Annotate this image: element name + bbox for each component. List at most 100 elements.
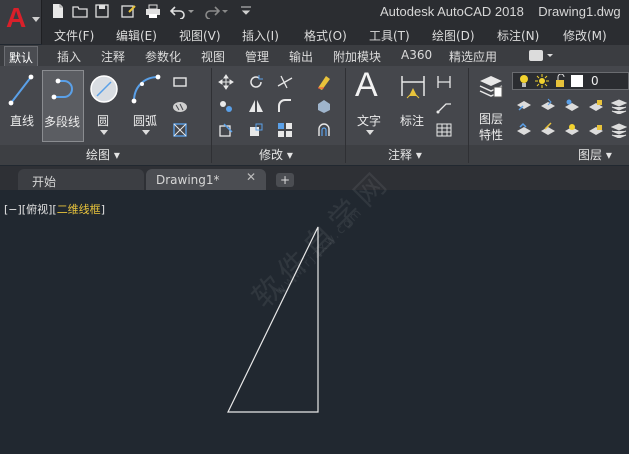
erase-icon[interactable]: [316, 74, 332, 90]
table-icon[interactable]: [436, 122, 452, 138]
redo-dropdown-icon[interactable]: [220, 3, 230, 19]
layer-properties-label-1: 图层: [479, 112, 504, 126]
polyline-button[interactable]: 多段线: [42, 70, 84, 142]
copy-icon[interactable]: [218, 98, 234, 114]
layer-isolate-icon[interactable]: [540, 98, 556, 114]
rectangle-icon[interactable]: [172, 74, 188, 90]
tab-start[interactable]: 开始: [18, 169, 144, 190]
polyline-icon: [51, 78, 73, 100]
menu-draw[interactable]: 绘图(D): [432, 27, 475, 44]
layer-freeze-icon[interactable]: [564, 98, 580, 114]
line-icon: [8, 74, 34, 106]
menu-insert[interactable]: 插入(I): [242, 27, 279, 44]
layer-properties-label-2: 特性: [479, 128, 504, 142]
current-layer-name: 0: [591, 74, 599, 88]
menu-edit[interactable]: 编辑(E): [116, 27, 157, 44]
make-current-icon[interactable]: [516, 122, 532, 138]
circle-button[interactable]: 圆: [86, 70, 122, 142]
tab-featured-apps[interactable]: 精选应用: [449, 48, 497, 65]
boundary-icon[interactable]: [172, 122, 188, 138]
arc-button[interactable]: 圆弧: [126, 70, 166, 142]
text-button[interactable]: A 文字: [352, 66, 388, 142]
ribbon-tab-bar: 默认 插入 注释 参数化 视图 管理 输出 附加模块 A360 精选应用: [0, 45, 629, 66]
tab-parametric[interactable]: 参数化: [145, 48, 181, 65]
match-layer-icon[interactable]: [540, 122, 556, 138]
menu-dimension[interactable]: 标注(N): [497, 27, 539, 44]
application-menu-button[interactable]: A: [0, 0, 42, 44]
layer-thaw-icon[interactable]: [564, 122, 580, 138]
autocad-logo-icon: A: [6, 2, 27, 33]
app-title: Autodesk AutoCAD 2018: [380, 4, 524, 19]
open-icon[interactable]: [72, 3, 88, 19]
triangle-entity[interactable]: [227, 226, 319, 413]
leader-icon[interactable]: [436, 98, 452, 114]
polyline-label: 多段线: [44, 115, 81, 129]
new-icon[interactable]: [50, 3, 66, 19]
layer-walk-icon[interactable]: [611, 122, 627, 138]
mirror-icon[interactable]: [248, 98, 264, 114]
menu-view[interactable]: 视图(V): [179, 27, 221, 44]
drawing-canvas[interactable]: 软件自学网 www.rjzxw.com [−][俯视][二维线框]: [0, 163, 629, 454]
layer-merge-icon[interactable]: [611, 98, 627, 114]
close-icon[interactable]: ✕: [246, 170, 256, 184]
tab-start-label: 开始: [32, 175, 57, 189]
chevron-down-icon: [100, 130, 108, 135]
layer-lock-icon[interactable]: [588, 98, 604, 114]
menu-tools[interactable]: 工具(T): [369, 27, 410, 44]
save-icon[interactable]: [94, 3, 110, 19]
layer-properties-button[interactable]: 图层 特性: [472, 70, 510, 142]
arc-label: 圆弧: [133, 114, 158, 128]
drawing-area: [227, 226, 319, 413]
tab-add-ins[interactable]: 附加模块: [333, 48, 381, 65]
title-bar: Autodesk AutoCAD 2018 Drawing1.dwg: [0, 0, 629, 24]
modify-panel-title[interactable]: 修改 ▾: [259, 146, 293, 163]
array-icon[interactable]: [277, 122, 293, 138]
offset-icon[interactable]: [316, 122, 332, 138]
trim-icon[interactable]: [277, 74, 293, 90]
tab-default[interactable]: 默认: [4, 46, 39, 66]
linear-dimension-icon[interactable]: [436, 74, 452, 90]
undo-dropdown-icon[interactable]: [186, 3, 196, 19]
redo-icon[interactable]: [204, 3, 220, 19]
new-tab-button[interactable]: +: [276, 173, 294, 187]
line-label: 直线: [10, 114, 35, 128]
layer-unlock-icon[interactable]: [588, 122, 604, 138]
undo-icon[interactable]: [170, 3, 186, 19]
print-icon[interactable]: [145, 3, 161, 19]
tab-output[interactable]: 输出: [289, 48, 313, 65]
panel-separator: [468, 68, 469, 163]
tab-a360[interactable]: A360: [401, 48, 432, 62]
layer-off-icon[interactable]: [516, 98, 532, 114]
menu-modify[interactable]: 修改(M): [563, 27, 607, 44]
circle-icon: [90, 75, 118, 103]
save-as-icon[interactable]: [120, 3, 136, 19]
menu-file[interactable]: 文件(F): [54, 27, 94, 44]
scale-icon[interactable]: [248, 122, 264, 138]
lightbulb-icon: [520, 75, 528, 87]
line-button[interactable]: 直线: [2, 70, 40, 142]
layers-panel-title[interactable]: 图层 ▾: [578, 146, 612, 163]
tab-view[interactable]: 视图: [201, 48, 225, 65]
stretch-icon[interactable]: [218, 122, 234, 138]
move-icon[interactable]: [218, 74, 234, 90]
tab-insert[interactable]: 插入: [57, 48, 81, 65]
panel-toggle-icon[interactable]: [528, 49, 554, 62]
rotate-icon[interactable]: [248, 74, 264, 90]
dimension-label: 标注: [400, 114, 425, 128]
chevron-down-icon: [142, 130, 150, 135]
menu-format[interactable]: 格式(O): [304, 27, 347, 44]
circle-label: 圆: [97, 114, 110, 128]
tab-annotate[interactable]: 注释: [101, 48, 125, 65]
hatch-icon[interactable]: [172, 98, 188, 114]
draw-panel-title[interactable]: 绘图 ▾: [86, 146, 120, 163]
layer-dropdown[interactable]: 0: [512, 72, 629, 90]
fillet-icon[interactable]: [277, 98, 293, 114]
explode-icon[interactable]: [316, 98, 332, 114]
window-title: Autodesk AutoCAD 2018 Drawing1.dwg: [380, 4, 621, 19]
tab-manage[interactable]: 管理: [245, 48, 269, 65]
panel-separator: [211, 68, 212, 163]
unlock-icon: [556, 74, 565, 87]
annotation-panel-title[interactable]: 注释 ▾: [388, 146, 422, 163]
customize-icon[interactable]: [238, 3, 254, 19]
dimension-button[interactable]: 标注: [395, 70, 431, 142]
